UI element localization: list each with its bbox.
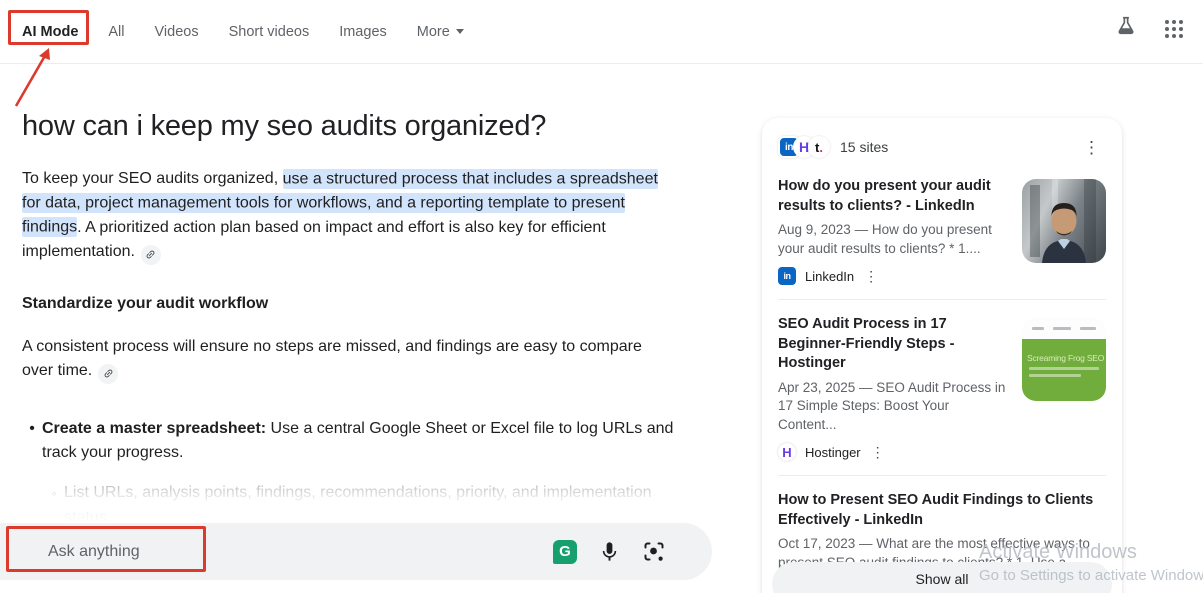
microphone-icon[interactable] [598,540,621,563]
source-card[interactable]: How do you present your audit results to… [778,162,1106,299]
citation-link-icon[interactable] [141,245,161,265]
bottom-fade-overlay [0,455,745,525]
sites-count-label: 15 sites [840,139,888,155]
source-card-title[interactable]: How to Present SEO Audit Findings to Cli… [778,491,1106,530]
card-overflow-menu-icon[interactable]: ⋮ [858,267,884,285]
panel-overflow-menu-icon[interactable]: ⋮ [1077,137,1106,158]
grammarly-icon[interactable]: G [553,540,577,564]
tab-more[interactable]: More [417,24,464,40]
thumbnail-nav-strip [1022,317,1106,339]
source-card-title[interactable]: SEO Audit Process in 17 Beginner-Friendl… [778,315,1008,374]
thumbnail-caption: Screaming Frog SEO Spider [1027,353,1101,363]
hostinger-favicon: H [778,443,796,461]
tab-short-videos[interactable]: Short videos [229,24,310,40]
t-favicon-dot: . [819,140,823,155]
source-card-snippet: Apr 23, 2025 — SEO Audit Process in 17 S… [778,379,1008,435]
chevron-down-icon [456,29,464,34]
linkedin-favicon: in [778,267,796,285]
tab-images[interactable]: Images [339,24,387,40]
tab-ai-mode[interactable]: AI Mode [22,24,78,40]
sources-panel-header: in H t. 15 sites ⋮ [778,132,1106,162]
intro-post: . A prioritized action plan based on imp… [22,219,606,260]
page-title: how can i keep my seo audits organized? [22,110,677,143]
t-site-favicon: t. [808,136,830,158]
source-card[interactable]: SEO Audit Process in 17 Beginner-Friendl… [778,299,1106,475]
google-lens-icon[interactable] [642,540,666,564]
section-paragraph: A consistent process will ensure no step… [22,335,677,384]
results-filter-tabs: AI Mode All Videos Short videos Images M… [0,24,464,40]
source-card-snippet: Aug 9, 2023 — How do you present your au… [778,221,1008,258]
search-results-toolbar: AI Mode All Videos Short videos Images M… [0,0,1203,64]
source-site-name: LinkedIn [805,269,854,284]
ask-input-placeholder[interactable]: Ask anything [48,543,553,561]
intro-pre: To keep your SEO audits organized, [22,170,283,187]
answer-intro-paragraph: To keep your SEO audits organized, use a… [22,167,677,265]
ask-anything-input[interactable]: Ask anything G [0,523,712,580]
citation-link-icon[interactable] [98,364,118,384]
source-favicon-cluster: in H t. [778,136,830,158]
labs-flask-icon[interactable] [1115,15,1137,42]
tab-all[interactable]: All [108,24,124,40]
tab-videos[interactable]: Videos [155,24,199,40]
source-card-thumbnail-portrait[interactable] [1022,179,1106,263]
sources-panel: in H t. 15 sites ⋮ How do you present yo… [762,118,1122,593]
tab-more-label: More [417,24,450,40]
bullet-lead: Create a master spreadsheet: [42,420,266,437]
show-all-label: Show all [916,571,969,587]
google-apps-icon[interactable] [1165,20,1183,38]
source-card-thumbnail-screenshot[interactable]: Screaming Frog SEO Spider [1022,317,1106,401]
card-overflow-menu-icon[interactable]: ⋮ [865,443,891,461]
section-heading: Standardize your audit workflow [22,295,677,313]
source-site-name: Hostinger [805,445,861,460]
source-card-title[interactable]: How do you present your audit results to… [778,177,1008,216]
show-all-button[interactable]: Show all [772,562,1112,593]
